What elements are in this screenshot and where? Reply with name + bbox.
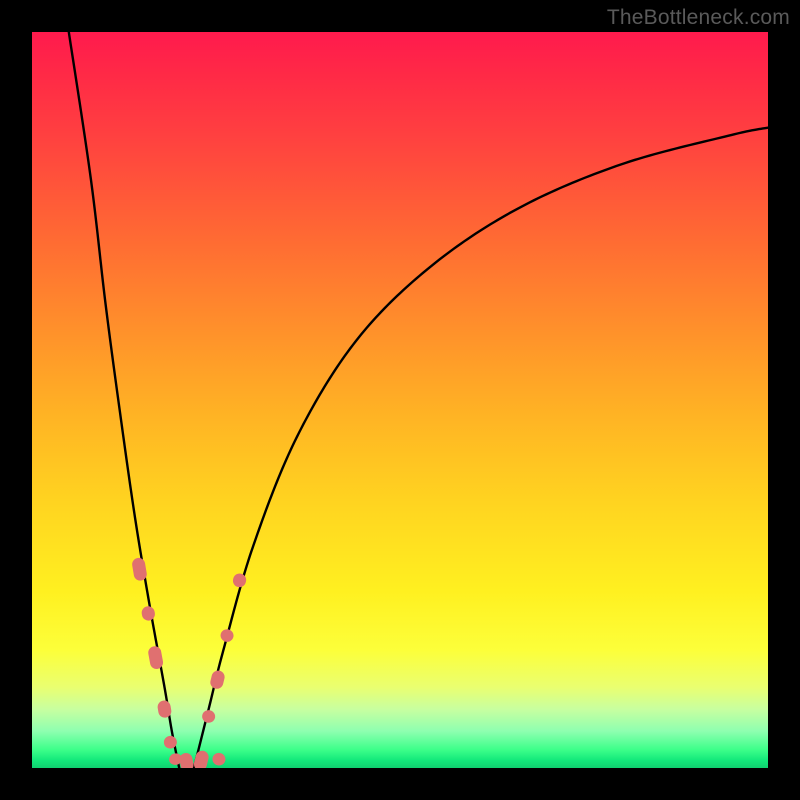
plot-area [32,32,768,768]
marker-layer [131,557,248,768]
chart-frame: TheBottleneck.com [0,0,800,800]
right-curve [194,128,768,768]
data-marker [219,628,235,644]
data-marker [147,645,164,670]
data-marker [131,557,148,582]
data-marker [211,751,227,766]
curves-svg [32,32,768,768]
data-marker [201,709,217,724]
left-curve [69,32,179,768]
data-marker [141,605,156,621]
curve-layer [69,32,768,768]
watermark-text: TheBottleneck.com [607,6,790,30]
data-marker [193,749,210,768]
data-marker [209,669,226,690]
data-marker [178,752,194,768]
